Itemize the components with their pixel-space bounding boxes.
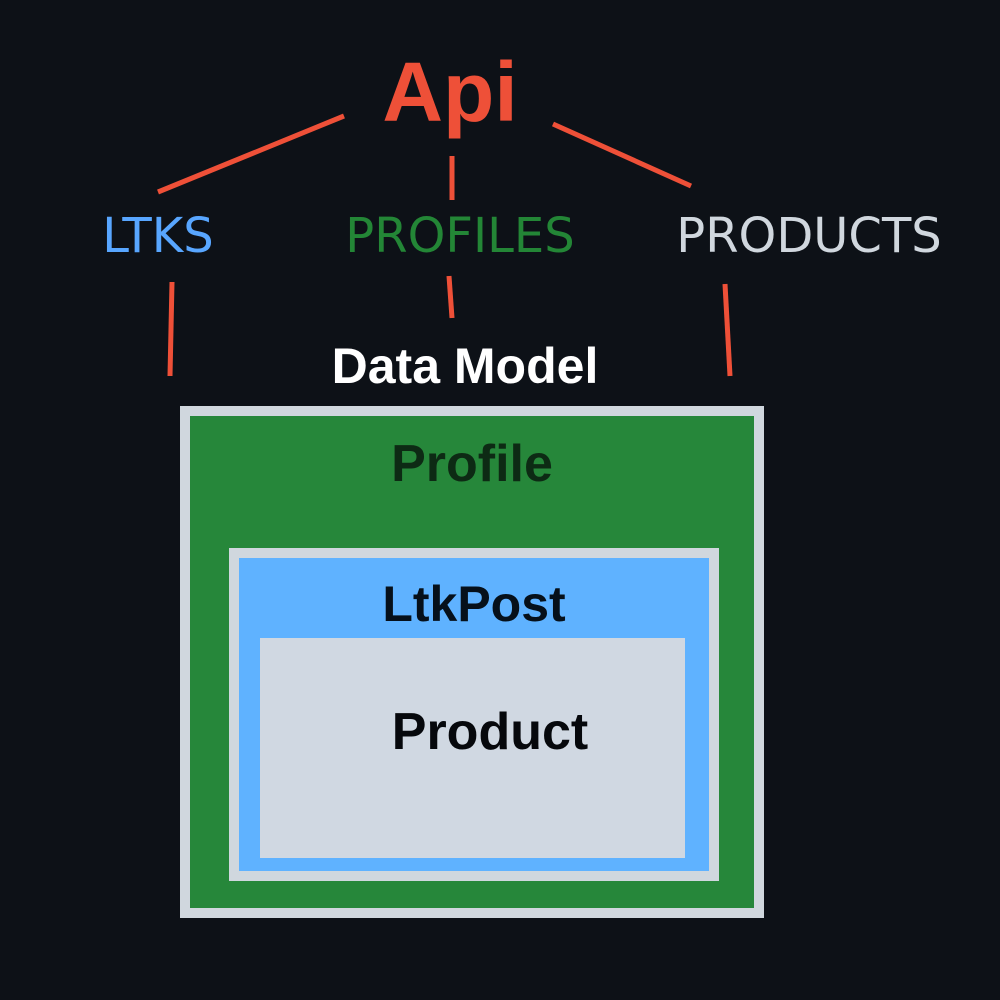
endpoint-ltks-label: LTKS — [102, 208, 214, 264]
diagram-canvas: Api LTKS PROFILES PRODUCTS Data Model Pr… — [0, 0, 1000, 1000]
ltkpost-box-label: LtkPost — [382, 576, 566, 632]
profile-box-label: Profile — [391, 435, 553, 493]
connector-ltks-model — [167, 281, 175, 377]
connector-profiles-model — [446, 275, 455, 319]
data-model-title: Data Model — [331, 338, 599, 394]
connector-products-model — [722, 283, 733, 377]
product-box-label: Product — [391, 703, 589, 761]
api-root-label: Api — [382, 45, 518, 139]
endpoint-profiles-label: PROFILES — [345, 208, 575, 264]
endpoint-products-label: PRODUCTS — [676, 208, 942, 264]
